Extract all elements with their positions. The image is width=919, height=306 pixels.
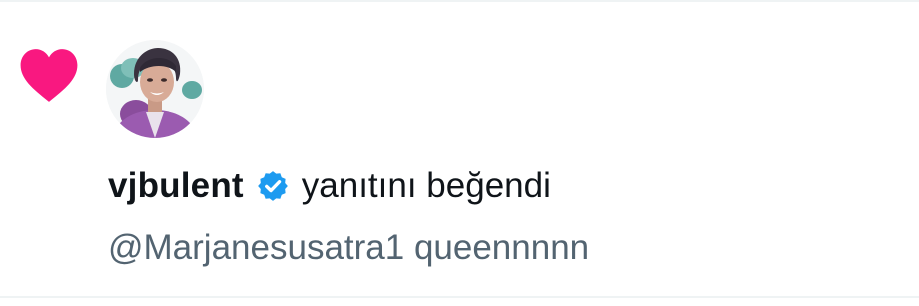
- notification-header: vjbulent yanıtını beğendi: [108, 160, 551, 212]
- avatar-image: [106, 40, 204, 138]
- top-divider: [0, 0, 919, 2]
- action-text: yanıtını beğendi: [301, 166, 551, 205]
- username-link[interactable]: vjbulent: [108, 166, 244, 206]
- liked-tweet-text[interactable]: @Marjanesusatra1 queennnnn: [108, 222, 589, 274]
- avatar[interactable]: [106, 40, 204, 138]
- heart-icon: [20, 49, 78, 102]
- bottom-divider: [0, 296, 919, 298]
- verified-badge-icon: [257, 171, 288, 201]
- like-notification[interactable]: vjbulent yanıtını beğendi @Marjanesusatr…: [0, 0, 919, 306]
